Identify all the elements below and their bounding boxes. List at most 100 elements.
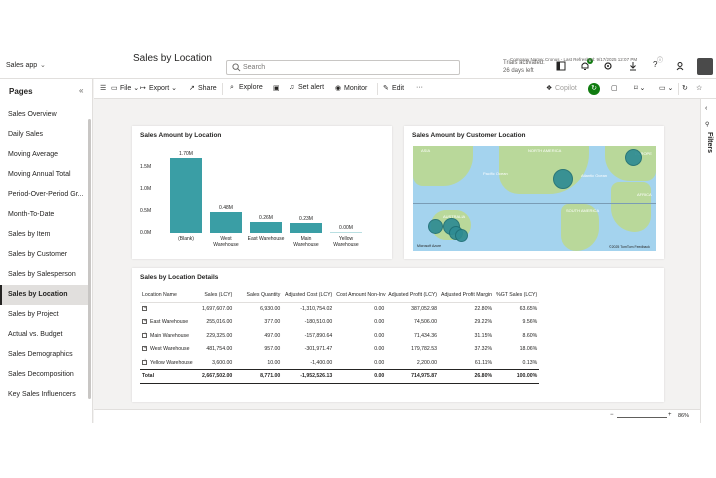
filter-icon: ⚲	[705, 122, 710, 128]
page-item-sales-demographics[interactable]: Sales Demographics	[0, 345, 90, 365]
page-item-sales-by-project[interactable]: Sales by Project	[0, 305, 90, 325]
page-item-sales-by-customer[interactable]: Sales by Customer	[0, 245, 90, 265]
page-item-sales-by-salesperson[interactable]: Sales by Salesperson	[0, 265, 90, 285]
zoom-out-icon[interactable]: −	[610, 412, 614, 418]
page-item-moving-annual-total[interactable]: Moving Annual Total	[0, 165, 90, 185]
chevron-down-icon[interactable]: ⌄	[40, 61, 46, 69]
table-row[interactable]: East Warehouse 255,016.00 377.00 -180,51…	[140, 316, 539, 330]
col-header[interactable]: Adjusted Cost (LCY)	[282, 288, 335, 303]
bar[interactable]	[210, 211, 242, 233]
page-item-daily-sales[interactable]: Daily Sales	[0, 125, 90, 145]
download-icon[interactable]	[628, 61, 638, 71]
page-title: Sales by Location	[133, 53, 212, 64]
cell: 3,600.00	[212, 359, 233, 366]
view-icon[interactable]: ▭ ⌄	[659, 84, 673, 92]
alert-bell-icon: ♫	[289, 84, 295, 91]
filters-label: Filters	[706, 132, 713, 154]
table-row[interactable]: West Warehouse 481,754.00 957.00 -301,97…	[140, 343, 539, 357]
table-row[interactable]: Main Warehouse 229,325.00 497.00 -157,89…	[140, 329, 539, 343]
map-land-africa	[611, 182, 651, 232]
set-alert-button[interactable]: ♫ Set alert	[289, 84, 324, 91]
cell: 22.80%	[474, 306, 493, 312]
info-icon[interactable]: ⓘ	[657, 55, 663, 64]
cell: Total	[140, 369, 200, 384]
col-header[interactable]: Location Name	[140, 288, 200, 303]
col-header[interactable]: %GT Sales (LCY)	[494, 288, 540, 303]
page-item-key-sales-influencers[interactable]: Key Sales Influencers	[0, 385, 90, 405]
page-item-sales-overview[interactable]: Sales Overview	[0, 105, 90, 125]
search-input[interactable]: Search	[243, 64, 265, 71]
page-item-sales-by-location[interactable]: Sales by Location	[0, 285, 90, 305]
expand-icon[interactable]	[142, 345, 147, 352]
y-tick-label: 1.0M	[140, 186, 152, 192]
map-bubble-north-america[interactable]	[553, 169, 573, 189]
bar[interactable]	[250, 221, 282, 233]
bar[interactable]	[170, 158, 202, 233]
more-options-button[interactable]: ···	[416, 84, 423, 91]
table-row[interactable]: Yellow Warehouse 3,600.00 10.00 -1,400.0…	[140, 356, 539, 370]
export-menu[interactable]: ↦ Export ⌄	[140, 84, 177, 92]
page-item-sales-decomposition[interactable]: Sales Decomposition	[0, 365, 90, 385]
zoom-in-icon[interactable]: +	[668, 412, 672, 418]
zoom-slider[interactable]	[617, 417, 667, 418]
col-header[interactable]: Adjusted Profit (LCY)	[386, 288, 440, 303]
avatar[interactable]	[697, 58, 713, 75]
map-label-north-america: NORTH AMERICA	[528, 148, 562, 153]
expand-icon[interactable]	[142, 318, 147, 325]
page-item-moving-average[interactable]: Moving Average	[0, 145, 90, 165]
share-button[interactable]: ↗ Share	[189, 84, 217, 92]
explore-button[interactable]: ⌕ Explore	[230, 84, 263, 92]
favorite-icon[interactable]: ☆	[696, 84, 702, 92]
chevron-left-icon[interactable]: ‹	[705, 105, 707, 112]
copilot-button[interactable]: ❖ Copilot	[546, 84, 577, 92]
page-item-period-over-period[interactable]: Period-Over-Period Gr...	[0, 185, 90, 205]
map-bubble-australia-east[interactable]	[455, 229, 468, 242]
menu-icon[interactable]: ☰	[100, 84, 106, 92]
collapse-pane-icon[interactable]: «	[79, 86, 83, 95]
pages-scrollbar[interactable]	[88, 119, 91, 399]
reload-icon[interactable]: ↻	[682, 84, 688, 92]
page-item-month-to-date[interactable]: Month-To-Date	[0, 205, 90, 225]
share-people-icon[interactable]	[676, 61, 686, 71]
monitor-button[interactable]: ◉ Monitor	[335, 84, 367, 92]
cell: 497.00	[264, 332, 281, 339]
comment-icon[interactable]: ▢	[611, 84, 618, 92]
panel-icon[interactable]	[556, 61, 566, 71]
search-box[interactable]: Search	[226, 60, 460, 75]
map-view[interactable]: ASIA NORTH AMERICA Pacific Ocean Atlanti…	[413, 146, 656, 251]
data-label: 0.26M	[259, 214, 273, 221]
explore-icon: ⌕	[230, 84, 234, 91]
col-header[interactable]: Sales Quantity	[234, 288, 283, 303]
col-header[interactable]: Sales (LCY)	[200, 288, 235, 303]
bar[interactable]	[290, 222, 322, 233]
bookmark-icon[interactable]: ⌑ ⌄	[634, 84, 645, 92]
map-card[interactable]: Sales Amount by Customer Location ASIA N…	[404, 126, 664, 259]
details-table: Location Name Sales (LCY) Sales Quantity…	[140, 288, 540, 384]
page-item-actual-vs-budget[interactable]: Actual vs. Budget	[0, 325, 90, 345]
map-bubble-australia-west[interactable]	[428, 219, 443, 234]
page-item-sales-by-item[interactable]: Sales by Item	[0, 225, 90, 245]
cell: 0.13%	[522, 359, 538, 366]
table-row[interactable]: 1,697,607.00 6,930.00 -1,310,754.02 0.00…	[140, 302, 539, 316]
edit-button[interactable]: ✎ Edit	[383, 84, 404, 92]
col-header[interactable]: Cost Amount Non-Inv	[334, 288, 387, 303]
expand-icon[interactable]	[142, 305, 147, 312]
file-menu[interactable]: ▭ File ⌄	[111, 84, 139, 92]
bar-chart-card[interactable]: Sales Amount by Location 1.5M 1.0M 0.5M 0.0…	[132, 126, 392, 259]
subscribe-icon[interactable]: ▣	[273, 84, 280, 92]
refresh-icon[interactable]: ↻	[588, 83, 600, 95]
app-name[interactable]: Sales app	[6, 62, 37, 69]
data-label: 0.48M	[219, 204, 233, 211]
trial-line-2: 26 days left	[503, 68, 534, 74]
cell: 26.80%	[439, 369, 495, 384]
expand-icon[interactable]	[142, 358, 147, 365]
col-header[interactable]: Adjusted Profit Margin	[439, 288, 495, 303]
filters-pane[interactable]: ‹ ⚲ Filters	[700, 99, 716, 423]
bar[interactable]	[330, 232, 362, 233]
map-label-africa: AFRICA	[637, 192, 652, 197]
map-bubble-europe[interactable]	[625, 149, 642, 166]
cell: West Warehouse	[150, 346, 190, 353]
expand-icon[interactable]	[142, 331, 147, 338]
gear-icon[interactable]	[603, 61, 613, 71]
x-tick-label: East Warehouse	[247, 236, 285, 242]
